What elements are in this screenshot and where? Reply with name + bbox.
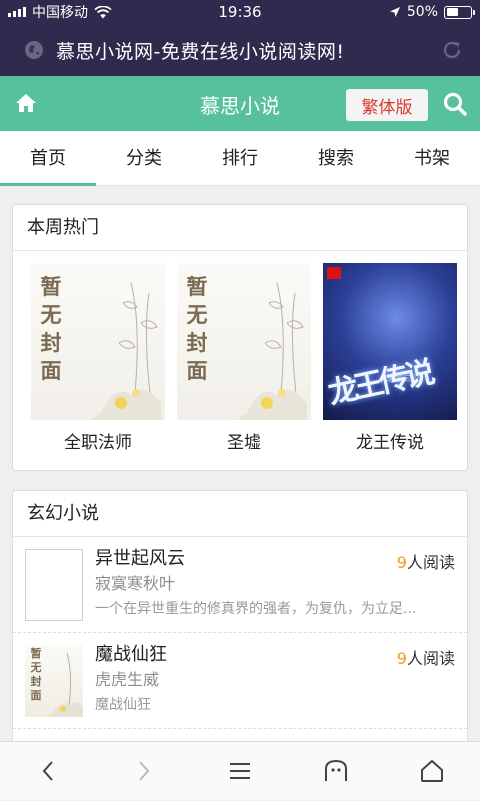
list-item[interactable]: 暂无封面 魔战仙狂 虎虎生威 魔战仙狂 9人阅读 <box>13 633 467 729</box>
book-author: 虎虎生威 <box>95 670 160 689</box>
book-description: 魔战仙狂 <box>95 697 151 713</box>
reader-count-suffix: 人阅读 <box>406 553 455 572</box>
hot-book-item[interactable]: 暂无封面 圣墟 <box>171 263 317 453</box>
globe-icon <box>25 41 43 59</box>
site-header: 慕思小说 繁体版 <box>0 76 480 131</box>
tabs-button[interactable] <box>288 742 384 801</box>
carrier-label: 中国移动 <box>32 5 88 21</box>
reader-count: 9人阅读 <box>397 645 455 669</box>
reader-count-number: 9 <box>396 649 407 668</box>
menu-icon <box>230 763 250 779</box>
reader-count: 9人阅读 <box>397 549 455 573</box>
cover-title: 龙王传说 <box>325 355 435 412</box>
back-button[interactable] <box>0 742 96 801</box>
tab-search[interactable]: 搜索 <box>288 131 384 185</box>
book-cover[interactable]: 唐家三少 龙王传说 <box>323 263 457 420</box>
browser-toolbar <box>0 741 480 800</box>
signal-icon <box>8 7 26 17</box>
tab-bookshelf[interactable]: 书架 <box>384 131 480 185</box>
publisher-badge <box>327 267 341 279</box>
home-icon[interactable] <box>14 92 38 114</box>
hot-book-name[interactable]: 圣墟 <box>171 428 317 453</box>
status-bar: 中国移动 19:36 50% <box>0 0 480 24</box>
hot-book-name[interactable]: 龙王传说 <box>317 428 463 453</box>
book-description: 一个在异世重生的修真界的强者，为复仇，为立足... <box>95 601 417 617</box>
location-arrow-icon <box>389 7 400 17</box>
hot-book-name[interactable]: 全职法师 <box>25 428 171 453</box>
book-thumbnail[interactable] <box>25 549 83 621</box>
main-tabs: 首页 分类 排行 搜索 书架 <box>0 131 480 186</box>
fantasy-novels-panel: 玄幻小说 异世起风云 寂寞寒秋叶 一个在异世重生的修真界的强者，为复仇，为立足.… <box>12 490 468 750</box>
tab-categories[interactable]: 分类 <box>96 131 192 185</box>
weekly-hot-panel: 本周热门 暂无封面 全职法师 暂无封面 圣墟 唐家三少 龙王传说 龙王传说 <box>12 204 468 471</box>
forward-button[interactable] <box>96 742 192 801</box>
book-cover[interactable]: 暂无封面 <box>177 263 311 420</box>
chevron-right-icon <box>139 761 150 781</box>
book-cover[interactable]: 暂无封面 <box>31 263 165 420</box>
panel-title: 玄幻小说 <box>13 491 467 537</box>
ghost-tabs-icon <box>325 759 347 781</box>
chevron-left-icon <box>42 761 53 781</box>
hot-book-item[interactable]: 唐家三少 龙王传说 龙王传说 <box>317 263 463 453</box>
reader-count-suffix: 人阅读 <box>406 649 455 668</box>
book-author: 寂寞寒秋叶 <box>95 574 176 593</box>
house-icon <box>421 760 443 782</box>
menu-button[interactable] <box>192 742 288 801</box>
browser-address-bar[interactable]: 慕思小说网-免费在线小说阅读网! <box>0 24 480 76</box>
hot-book-item[interactable]: 暂无封面 全职法师 <box>25 263 171 453</box>
tab-home[interactable]: 首页 <box>0 131 96 186</box>
list-item[interactable]: 异世起风云 寂寞寒秋叶 一个在异世重生的修真界的强者，为复仇，为立足... 9人… <box>13 537 467 633</box>
panel-title: 本周热门 <box>13 205 467 251</box>
home-button[interactable] <box>384 742 480 801</box>
wifi-icon <box>94 5 112 18</box>
battery-percent: 50% <box>406 4 438 20</box>
traditional-chinese-button[interactable]: 繁体版 <box>346 89 428 121</box>
reload-icon[interactable] <box>440 38 464 62</box>
book-thumbnail[interactable]: 暂无封面 <box>25 645 83 717</box>
search-icon[interactable] <box>442 91 468 117</box>
page-title: 慕思小说网-免费在线小说阅读网! <box>56 40 345 63</box>
tab-rankings[interactable]: 排行 <box>192 131 288 185</box>
battery-icon <box>444 5 475 19</box>
reader-count-number: 9 <box>396 553 407 572</box>
